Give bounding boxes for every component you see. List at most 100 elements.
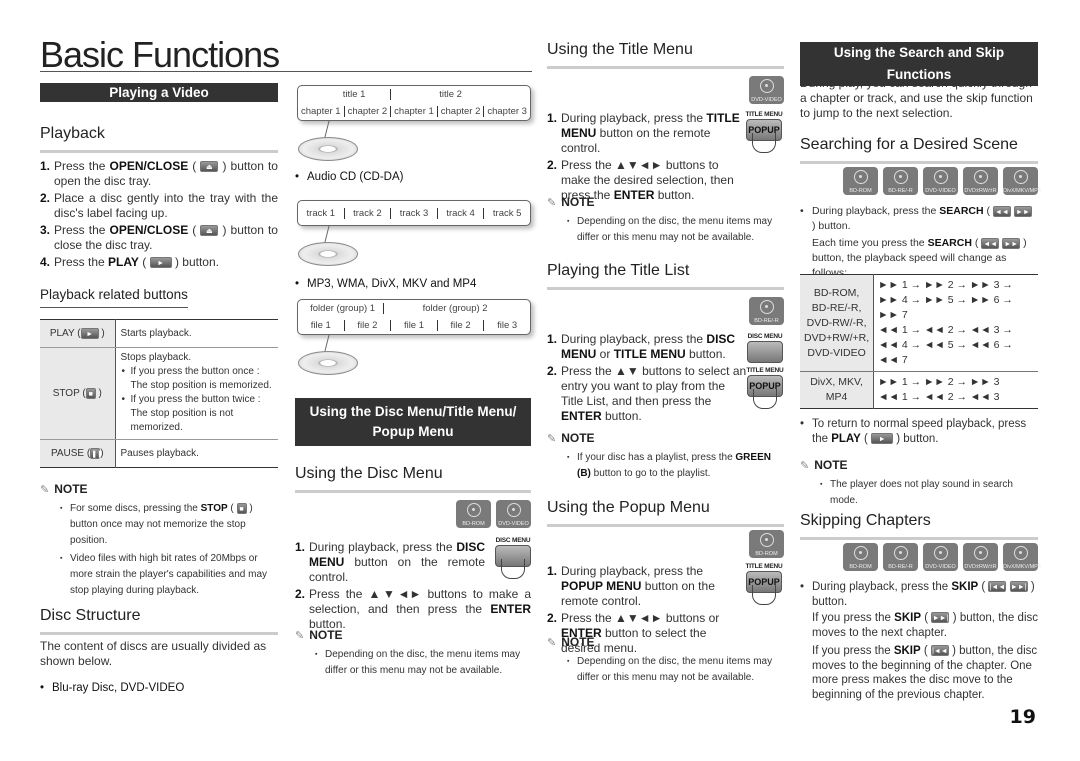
disc-compat-icons: DVD-VIDEO: [749, 76, 784, 104]
title-menu-remote-button: TITLE MENU POPUP: [745, 367, 785, 409]
section-bar-menus: Using the Disc Menu/Title Menu/ Popup Me…: [295, 398, 531, 446]
pause-icon: ❚❚: [90, 447, 103, 459]
disc-type-bullet: Blu-ray Disc, DVD-VIDEO: [40, 681, 184, 696]
skip-next-text: If you press the SKIP ( ►►| ) button, th…: [812, 612, 1038, 639]
note-item: Depending on the disc, the menu items ma…: [567, 654, 784, 686]
table-row: STOP (■ ) Stops playback. If you press t…: [40, 347, 278, 440]
note-item: The player does not play sound in search…: [820, 477, 1038, 509]
disc-compat-icons: BD-ROM BD-RE/-R DVD-VIDEO DVD±RW/±R DivX…: [843, 543, 1041, 571]
pencil-icon: ✎: [547, 196, 557, 209]
eject-icon: ⏏: [200, 161, 219, 173]
disc-compat-icons: BD-RE/-R: [749, 297, 784, 325]
fast-forward-icon: ►►: [1002, 237, 1021, 249]
popup-button-icon: POPUP: [746, 571, 782, 593]
page-number: 19: [1009, 706, 1036, 728]
search-skip-intro: During play, you can search quickly thro…: [800, 76, 1033, 120]
pencil-icon: ✎: [800, 459, 810, 472]
table-row: BD-ROM, BD-RE/-R, DVD-RW/-R, DVD+RW/+R, …: [800, 274, 1038, 372]
dvd-rw-disc-icon: DVD±RW/±R: [963, 543, 998, 571]
skip-bullet: During playback, press the SKIP ( |◄◄ ►►…: [800, 580, 1038, 610]
bd-rom-disc-icon: BD-ROM: [456, 500, 491, 528]
heading-title-list: Playing the Title List: [547, 262, 784, 290]
table-row: PAUSE (❚❚) Pauses playback.: [40, 439, 278, 468]
heading-skipping-chapters: Skipping Chapters: [800, 512, 1038, 540]
play-icon: ►: [149, 257, 172, 269]
heading-search: Searching for a Desired Scene: [800, 136, 1038, 164]
dvd-video-disc-icon: DVD-VIDEO: [749, 76, 784, 104]
skip-forward-icon: ►►|: [931, 612, 950, 624]
bd-rom-disc-icon: BD-ROM: [749, 530, 784, 558]
disc-structure-text: The content of discs are usually divided…: [40, 639, 267, 668]
divx-film-icon: DivX/MKV/MP4: [1003, 167, 1041, 195]
skip-back-icon: |◄◄: [988, 581, 1007, 593]
note-item: For some discs, pressing the STOP ( ■ ) …: [60, 501, 278, 549]
step: 1. During playback, press the POPUP MENU …: [547, 564, 715, 608]
step: 1. During playback, press the TITLE MENU …: [547, 111, 740, 155]
title-list-steps: 1. During playback, press the DISC MENU o…: [547, 332, 747, 426]
bd-re-disc-icon: BD-RE/-R: [749, 297, 784, 325]
disc-structure-diagram-cd: track 1 track 2 track 3 track 4 track 5: [295, 200, 535, 280]
note-block: ✎NOTE For some discs, pressing the STOP …: [40, 482, 278, 601]
title-menu-steps: 1. During playback, press the TITLE MENU …: [547, 111, 742, 205]
disc-menu-button-icon: [747, 341, 783, 363]
title-menu-remote-button: TITLE MENU POPUP: [744, 563, 784, 605]
popup-button-icon: POPUP: [747, 375, 783, 397]
note-block: ✎NOTE Depending on the disc, the menu it…: [295, 628, 531, 681]
step: 1. During playback, press the DISC MENU o…: [547, 332, 736, 361]
title-menu-remote-button: TITLE MENU POPUP: [744, 111, 784, 153]
page-title: Basic Functions: [40, 34, 280, 75]
disc-icon: [298, 137, 358, 161]
playback-step: 4. Press the PLAY ( ► ) button.: [40, 255, 219, 269]
pencil-icon: ✎: [547, 636, 557, 649]
playback-step: 3. Press the OPEN/CLOSE ( ⏏ ) button to c…: [40, 223, 278, 252]
step: 2. Press the ▲▼ buttons to select an entr…: [547, 364, 747, 423]
note-block: ✎NOTE Depending on the disc, the menu it…: [547, 635, 784, 688]
playback-buttons-table: PLAY (► ) Starts playback. STOP (■ ) Sto…: [40, 319, 278, 468]
pencil-icon: ✎: [295, 629, 305, 642]
heading-playback-related-buttons: Playback related buttons: [40, 287, 188, 308]
play-icon: ►: [871, 433, 894, 445]
skip-back-icon: |◄◄: [930, 645, 949, 657]
playback-steps: 1. Press the OPEN/CLOSE ( ⏏ ) button to o…: [40, 159, 278, 272]
bd-rom-disc-icon: BD-ROM: [843, 167, 878, 195]
disc-icon: [298, 351, 358, 375]
disc-menu-steps: 1. During playback, press the DISC MENU b…: [295, 540, 531, 634]
popup-button-icon: POPUP: [746, 119, 782, 141]
note-item: Video files with high bit rates of 20Mbp…: [60, 551, 278, 599]
disc-icon: [298, 242, 358, 266]
dvd-video-disc-icon: DVD-VIDEO: [923, 167, 958, 195]
note-item: Depending on the disc, the menu items ma…: [567, 214, 784, 246]
disc-compat-icons: BD-ROM BD-RE/-R DVD-VIDEO DVD±RW/±R DivX…: [843, 167, 1041, 195]
table-row: PLAY (► ) Starts playback.: [40, 319, 278, 348]
skip-forward-icon: ►►|: [1009, 581, 1028, 593]
heading-disc-structure: Disc Structure: [40, 607, 278, 635]
bd-re-disc-icon: BD-RE/-R: [883, 167, 918, 195]
heading-popup-menu: Using the Popup Menu: [547, 499, 784, 527]
step: 1. During playback, press the DISC MENU b…: [295, 540, 485, 584]
return-normal-bullet: To return to normal speed playback, pres…: [800, 417, 1038, 447]
stop-icon: ■: [85, 387, 96, 399]
note-block: ✎NOTE If your disc has a playlist, press…: [547, 431, 784, 484]
disc-type-bullet: Audio CD (CD-DA): [295, 170, 404, 185]
pencil-icon: ✎: [40, 483, 50, 496]
disc-type-bullet: MP3, WMA, DivX, MKV and MP4: [295, 277, 476, 292]
note-item: Depending on the disc, the menu items ma…: [315, 647, 531, 679]
heading-title-menu: Using the Title Menu: [547, 41, 784, 69]
play-icon: ►: [80, 327, 99, 339]
search-speed-table: BD-ROM, BD-RE/-R, DVD-RW/-R, DVD+RW/+R, …: [800, 274, 1038, 409]
bd-rom-disc-icon: BD-ROM: [843, 543, 878, 571]
search-bullet: During playback, press the SEARCH ( ◄◄ ►…: [800, 204, 1038, 234]
stop-icon: ■: [236, 502, 247, 514]
dvd-video-disc-icon: DVD-VIDEO: [923, 543, 958, 571]
disc-structure-diagram-bluray: title 1 title 2 chapter 1 chapter 2 chapter…: [295, 85, 535, 165]
step: 2. Press the ▲▼◄► buttons to make a selec…: [295, 587, 531, 631]
table-row: DivX, MKV, MP4 ►► 1 → ►► 2 → ►► 3 ◄◄ 1 →…: [800, 371, 1038, 409]
fast-forward-icon: ►►: [1013, 205, 1032, 217]
title-rule: [40, 71, 532, 72]
rewind-icon: ◄◄: [992, 205, 1011, 217]
skip-prev-text: If you press the SKIP ( |◄◄ ) button, th…: [812, 645, 1038, 701]
rewind-icon: ◄◄: [981, 237, 1000, 249]
disc-menu-remote-button: DISC MENU: [745, 333, 785, 363]
disc-compat-icons: BD-ROM DVD-VIDEO: [456, 500, 531, 528]
playback-step: 1. Press the OPEN/CLOSE ( ⏏ ) button to o…: [40, 159, 278, 188]
